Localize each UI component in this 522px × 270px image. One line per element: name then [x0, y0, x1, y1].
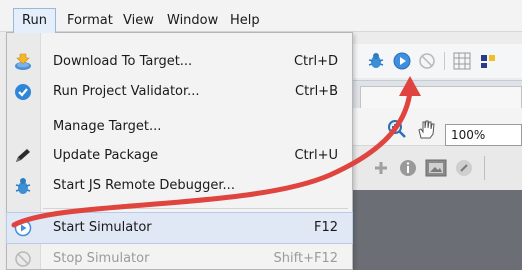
- menu-run[interactable]: Run: [13, 8, 56, 33]
- start-simulator-toolbar-icon[interactable]: [392, 51, 412, 75]
- menu-item-start-js-remote-debugger[interactable]: Start JS Remote Debugger...: [7, 171, 352, 201]
- pan-hand-icon[interactable]: [415, 118, 437, 144]
- menu-item-manage-target[interactable]: Manage Target...: [7, 112, 352, 142]
- menu-item-shortcut: Shift+F12: [273, 251, 338, 266]
- bug-icon: [13, 177, 33, 195]
- stop-simulator-icon: [13, 250, 33, 268]
- secondary-toolbar: [347, 146, 522, 190]
- grid-icon[interactable]: [453, 52, 471, 74]
- menu-format[interactable]: Format: [59, 12, 121, 32]
- menu-item-label: Start JS Remote Debugger...: [53, 178, 235, 193]
- menu-item-update-package[interactable]: Update Package Ctrl+U: [7, 141, 352, 171]
- zoom-in-icon[interactable]: [387, 119, 407, 143]
- menu-item-shortcut: Ctrl+U: [294, 148, 338, 163]
- menu-item-label: Manage Target...: [53, 119, 162, 134]
- menu-item-download-to-target[interactable]: Download To Target... Ctrl+D: [7, 47, 352, 77]
- menu-separator: [43, 208, 348, 209]
- menu-item-label: Download To Target...: [53, 54, 193, 69]
- attachment-icon[interactable]: [455, 159, 473, 181]
- stop-simulator-toolbar-icon[interactable]: [417, 51, 437, 75]
- menu-item-shortcut: F12: [313, 220, 338, 235]
- menu-item-label: Run Project Validator...: [53, 84, 200, 99]
- menu-item-label: Start Simulator: [53, 220, 152, 235]
- check-circle-icon: [13, 83, 33, 101]
- menu-item-shortcut: Ctrl+D: [293, 54, 338, 69]
- download-to-target-icon: [13, 53, 33, 71]
- design-canvas[interactable]: [347, 190, 522, 270]
- menu-item-start-simulator[interactable]: Start Simulator F12: [6, 212, 353, 244]
- image-icon[interactable]: [425, 159, 447, 181]
- menu-help[interactable]: Help: [222, 12, 268, 32]
- menu-item-shortcut: Ctrl+B: [295, 84, 338, 99]
- menu-item-label: Stop Simulator: [53, 251, 150, 266]
- document-tab[interactable]: [360, 86, 522, 108]
- layout-icon[interactable]: [479, 52, 497, 74]
- menu-view[interactable]: View: [115, 12, 162, 32]
- run-menu-dropdown: Download To Target... Ctrl+D Run Project…: [6, 32, 353, 270]
- menu-item-label: Update Package: [53, 148, 159, 163]
- zoom-level-input[interactable]: 100%: [445, 124, 522, 146]
- main-toolbar: [347, 44, 522, 78]
- pen-icon: [13, 147, 33, 165]
- menu-window[interactable]: Window: [159, 12, 226, 32]
- separator-icon: [483, 156, 487, 184]
- add-icon[interactable]: [373, 160, 389, 180]
- menu-item-run-project-validator[interactable]: Run Project Validator... Ctrl+B: [7, 77, 352, 107]
- debug-bug-icon[interactable]: [367, 52, 385, 74]
- play-circle-icon: [13, 219, 33, 237]
- menu-item-stop-simulator[interactable]: Stop Simulator Shift+F12: [7, 244, 352, 270]
- info-icon[interactable]: [399, 159, 417, 181]
- menu-bar: Run Format View Window Help: [0, 0, 522, 33]
